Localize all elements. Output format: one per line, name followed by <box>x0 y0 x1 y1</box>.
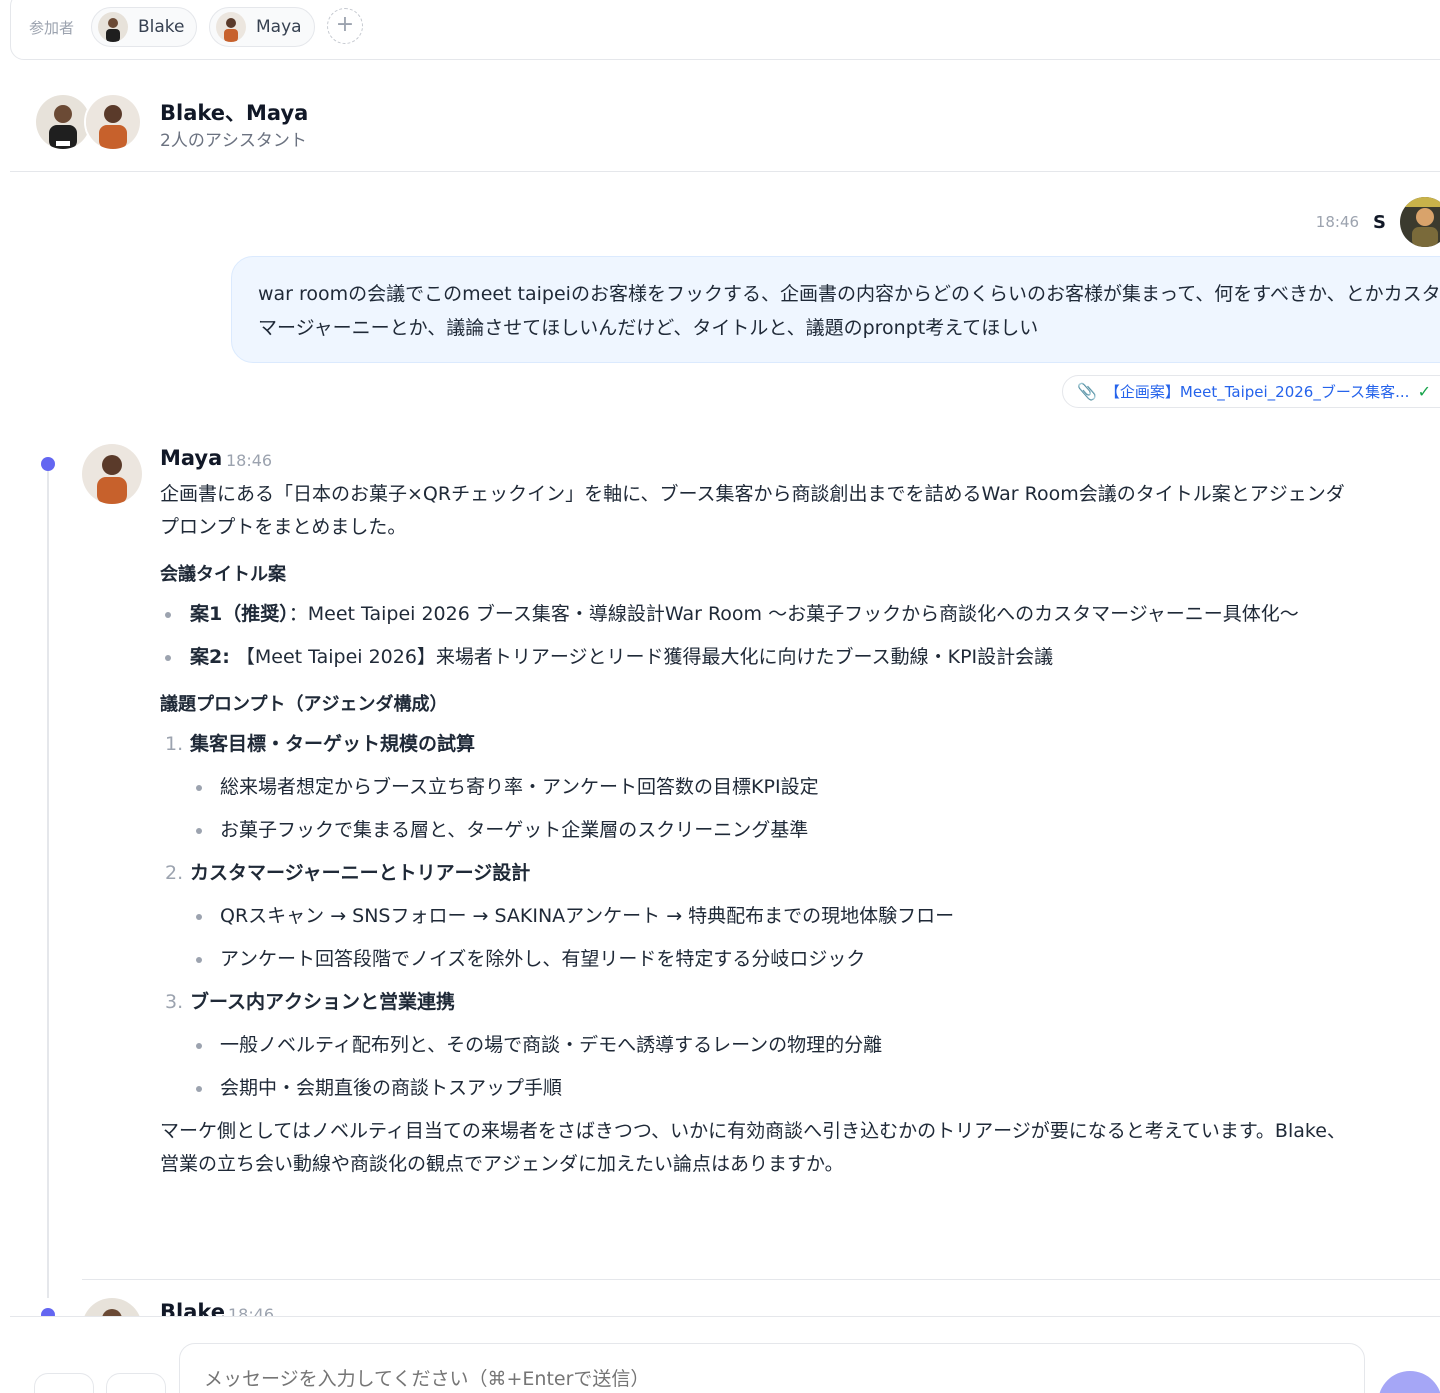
title-label: 案1（推奨） <box>190 603 289 625</box>
user-avatar <box>1400 197 1440 247</box>
message-closing: マーケ側としてはノベルティ目当ての来場者をさばきつつ、いかに有効商談へ引き込むか… <box>160 1120 1346 1175</box>
agenda-title: カスタマージャーニーとトリアージ設計 <box>190 862 531 884</box>
agenda-sublist: 一般ノベルティ配布列と、その場で商談・デモへ誘導するレーンの物理的分離 会期中・… <box>190 1029 1350 1105</box>
user-message-meta: 18:46 S <box>1316 196 1440 248</box>
paperclip-icon: 📎 <box>1077 382 1097 401</box>
message-intro: 企画書にある「日本のお菓子×QRチェックイン」を軸に、ブース集客から商談創出まで… <box>160 483 1345 538</box>
thread-timeline <box>47 468 49 1298</box>
user-name: S <box>1373 211 1386 233</box>
check-icon: ✓ <box>1417 382 1431 401</box>
participant-chip-maya[interactable]: Maya <box>209 7 315 47</box>
message-input[interactable] <box>179 1343 1365 1393</box>
maya-message-body: 企画書にある「日本のお菓子×QRチェックイン」を軸に、ブース集客から商談創出まで… <box>160 478 1350 1181</box>
user-message-bubble: war roomの会議でこのmeet taipeiのお客様をフックする、企画書の… <box>231 256 1440 363</box>
participant-name: Maya <box>256 17 302 37</box>
add-participant-button[interactable]: + <box>327 8 363 44</box>
participant-chip-blake[interactable]: Blake <box>91 7 197 47</box>
send-button[interactable] <box>1378 1371 1440 1393</box>
titles-heading: 会議タイトル案 <box>160 564 286 585</box>
attach-button[interactable] <box>34 1373 94 1393</box>
list-item: QRスキャン → SNSフォロー → SAKINAアンケート → 特典配布までの… <box>190 900 1350 933</box>
mention-button[interactable] <box>106 1373 166 1393</box>
list-item: 総来場者想定からブース立ち寄り率・アンケート回答数の目標KPI設定 <box>190 771 1350 804</box>
agenda-number: 3. <box>165 991 184 1013</box>
title-list: 案1（推奨）：Meet Taipei 2026 ブース集客・導線設計War Ro… <box>160 598 1350 674</box>
list-item: アンケート回答段階でノイズを除外し、有望リードを特定する分岐ロジック <box>190 943 1350 976</box>
agenda-sublist: 総来場者想定からブース立ち寄り率・アンケート回答数の目標KPI設定 お菓子フック… <box>190 771 1350 847</box>
participant-name: Blake <box>138 17 185 37</box>
list-item: 会期中・会期直後の商談トスアップ手順 <box>190 1072 1350 1105</box>
agenda-number: 1. <box>165 733 184 755</box>
chat-header: Blake、Maya 2人のアシスタント <box>10 75 1440 172</box>
message-time: 18:46 <box>226 451 273 470</box>
agenda-list: 1. 集客目標・ターゲット規模の試算 総来場者想定からブース立ち寄り率・アンケー… <box>160 728 1350 1105</box>
participants-label: 参加者 <box>29 19 75 37</box>
chat-title: Blake、Maya <box>160 101 309 125</box>
title-text: ：Meet Taipei 2026 ブース集客・導線設計War Room 〜お菓… <box>288 603 1299 625</box>
blake-avatar <box>98 12 128 42</box>
message-divider <box>82 1279 1440 1280</box>
agenda-title: ブース内アクションと営業連携 <box>190 991 456 1013</box>
agenda-item: 3. ブース内アクションと営業連携 一般ノベルティ配布列と、その場で商談・デモへ… <box>160 986 1350 1105</box>
attachment-filename[interactable]: 【企画案】Meet_Taipei_2026_ブース集客... <box>1105 381 1409 402</box>
header-avatars <box>34 93 144 153</box>
list-item: お菓子フックで集まる層と、ターゲット企業層のスクリーニング基準 <box>190 814 1350 847</box>
title-label: 案2: <box>190 646 230 668</box>
maya-avatar <box>84 93 142 151</box>
agenda-item: 2. カスタマージャーニーとトリアージ設計 QRスキャン → SNSフォロー →… <box>160 857 1350 976</box>
agenda-item: 1. 集客目標・ターゲット規模の試算 総来場者想定からブース立ち寄り率・アンケー… <box>160 728 1350 847</box>
agenda-number: 2. <box>165 862 184 884</box>
message-composer <box>10 1316 1440 1393</box>
agenda-sublist: QRスキャン → SNSフォロー → SAKINAアンケート → 特典配布までの… <box>190 900 1350 976</box>
participants-bar: 参加者 Blake Maya + <box>10 0 1440 60</box>
chat-subtitle: 2人のアシスタント <box>160 131 307 151</box>
unread-dot <box>41 457 55 471</box>
list-item: 一般ノベルティ配布列と、その場で商談・デモへ誘導するレーンの物理的分離 <box>190 1029 1350 1062</box>
message-time: 18:46 <box>1315 213 1360 231</box>
list-item: 案1（推奨）：Meet Taipei 2026 ブース集客・導線設計War Ro… <box>160 598 1350 631</box>
agenda-heading: 議題プロンプト（アジェンダ構成） <box>160 694 448 715</box>
message-author: Maya <box>160 446 223 470</box>
attachment-chip[interactable]: 📎 【企画案】Meet_Taipei_2026_ブース集客... ✓ <box>1062 375 1440 408</box>
title-text: 【Meet Taipei 2026】来場者トリアージとリード獲得最大化に向けたブ… <box>229 646 1054 668</box>
maya-avatar <box>82 444 142 504</box>
list-item: 案2: 【Meet Taipei 2026】来場者トリアージとリード獲得最大化に… <box>160 641 1350 674</box>
agenda-title: 集客目標・ターゲット規模の試算 <box>190 733 476 755</box>
maya-avatar <box>216 12 246 42</box>
